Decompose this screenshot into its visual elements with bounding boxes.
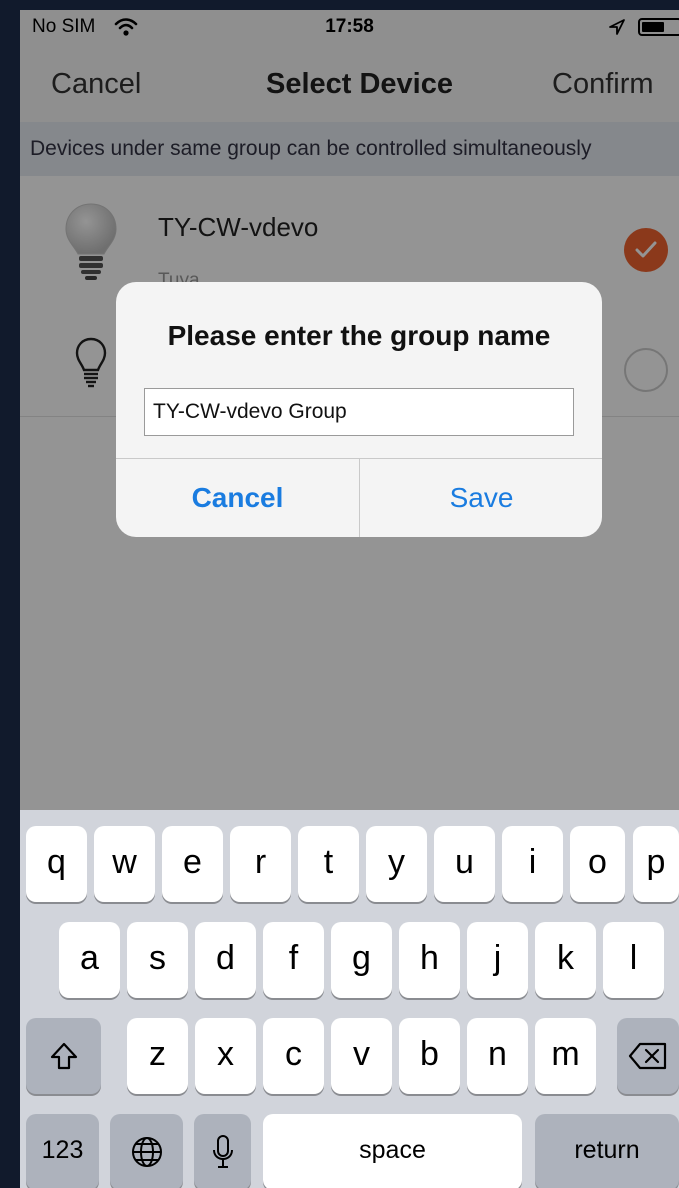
key-c[interactable]: c: [263, 1018, 324, 1094]
key-v[interactable]: v: [331, 1018, 392, 1094]
space-key[interactable]: space: [263, 1114, 522, 1188]
key-x[interactable]: x: [195, 1018, 256, 1094]
shift-key[interactable]: [26, 1018, 101, 1094]
key-r[interactable]: r: [230, 826, 291, 902]
numbers-key[interactable]: 123: [26, 1114, 99, 1188]
key-y[interactable]: y: [366, 826, 427, 902]
key-a[interactable]: a: [59, 922, 120, 998]
shift-icon: [50, 1042, 77, 1070]
key-k[interactable]: k: [535, 922, 596, 998]
key-m[interactable]: m: [535, 1018, 596, 1094]
backspace-icon: [628, 1042, 667, 1070]
key-d[interactable]: d: [195, 922, 256, 998]
phone-screen: TY-CW-vdevo Tuya No SIM 17:58 Cancel Sel…: [20, 10, 679, 1188]
key-h[interactable]: h: [399, 922, 460, 998]
key-b[interactable]: b: [399, 1018, 460, 1094]
dictation-key[interactable]: [194, 1114, 251, 1188]
key-o[interactable]: o: [570, 826, 625, 902]
key-f[interactable]: f: [263, 922, 324, 998]
group-name-input[interactable]: [144, 388, 574, 436]
key-p[interactable]: p: [633, 826, 679, 902]
key-i[interactable]: i: [502, 826, 563, 902]
key-g[interactable]: g: [331, 922, 392, 998]
dialog-save-button[interactable]: Save: [360, 459, 602, 537]
delete-key[interactable]: [617, 1018, 679, 1094]
return-key[interactable]: return: [535, 1114, 679, 1188]
microphone-icon: [212, 1135, 233, 1168]
key-t[interactable]: t: [298, 826, 359, 902]
key-e[interactable]: e: [162, 826, 223, 902]
key-n[interactable]: n: [467, 1018, 528, 1094]
key-q[interactable]: q: [26, 826, 87, 902]
key-z[interactable]: z: [127, 1018, 188, 1094]
dialog-cancel-button[interactable]: Cancel: [116, 459, 359, 537]
group-name-dialog: Please enter the group name Cancel Save: [116, 282, 602, 537]
key-w[interactable]: w: [94, 826, 155, 902]
key-s[interactable]: s: [127, 922, 188, 998]
globe-icon: [131, 1137, 162, 1167]
key-u[interactable]: u: [434, 826, 495, 902]
keyboard: q w e r t y u i o p a s d f g h j k l z …: [20, 810, 679, 1188]
key-l[interactable]: l: [603, 922, 664, 998]
dialog-title: Please enter the group name: [167, 320, 551, 351]
globe-key[interactable]: [110, 1114, 183, 1188]
key-j[interactable]: j: [467, 922, 528, 998]
